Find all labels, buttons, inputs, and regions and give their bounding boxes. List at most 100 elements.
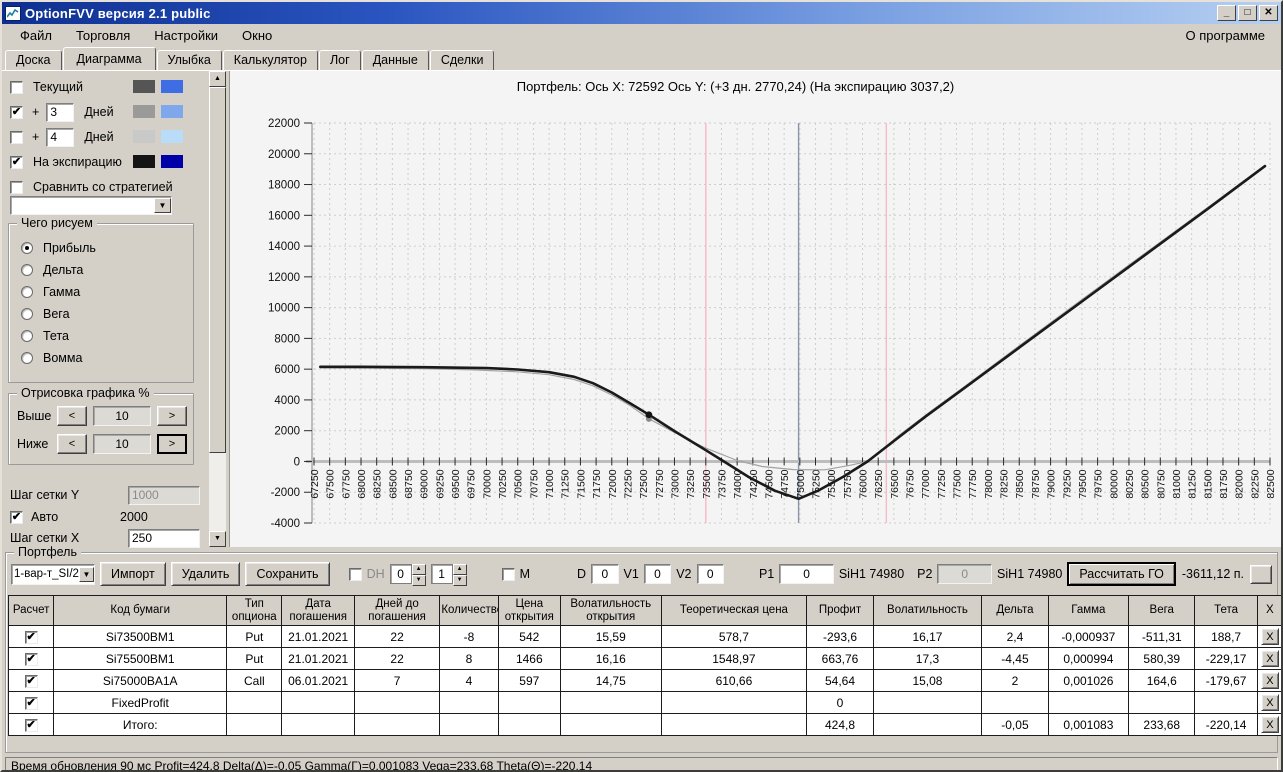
spin-up-icon[interactable]: ▲ bbox=[411, 564, 426, 575]
col-header-Расчет[interactable]: Расчет bbox=[7, 595, 55, 626]
row-delete-button[interactable]: X bbox=[1260, 628, 1279, 645]
below-percent-input[interactable]: 10 bbox=[93, 434, 151, 454]
row-delete-button[interactable]: X bbox=[1260, 694, 1279, 711]
d-input[interactable]: 0 bbox=[591, 564, 619, 584]
draw-option-Гамма[interactable]: Гамма bbox=[21, 284, 80, 300]
menu-item-Торговля[interactable]: Торговля bbox=[64, 26, 142, 45]
dh-spinner-1[interactable]: 0 ▲ ▼ bbox=[389, 564, 426, 586]
col-header-Тета[interactable]: Тета bbox=[1194, 595, 1258, 626]
v1-input[interactable]: 0 bbox=[643, 564, 672, 584]
series-checkbox-4[interactable] bbox=[10, 180, 23, 194]
delete-button[interactable]: Удалить bbox=[170, 562, 241, 586]
menu-item-Окно[interactable]: Окно bbox=[230, 26, 284, 45]
tab-Калькулятор[interactable]: Калькулятор bbox=[222, 50, 318, 70]
collapse-panel-button[interactable] bbox=[1250, 564, 1273, 584]
row-delete-button[interactable]: X bbox=[1260, 672, 1279, 689]
auto-grid-checkbox[interactable] bbox=[10, 510, 23, 524]
row-calc-checkbox[interactable] bbox=[24, 631, 38, 644]
v2-input[interactable]: 0 bbox=[696, 564, 724, 584]
tab-Лог[interactable]: Лог bbox=[318, 50, 361, 70]
spin-down-icon[interactable]: ▼ bbox=[411, 575, 426, 586]
radio-icon[interactable] bbox=[21, 286, 33, 298]
col-header-Цена открытия[interactable]: Цена открытия bbox=[497, 595, 561, 626]
close-icon[interactable]: ✕ bbox=[1259, 5, 1278, 21]
row-calc-checkbox[interactable] bbox=[24, 675, 38, 688]
increase-above-button[interactable]: > bbox=[157, 406, 187, 426]
draw-option-Прибыль[interactable]: Прибыль bbox=[21, 240, 96, 256]
m-checkbox[interactable] bbox=[501, 567, 515, 581]
col-header-Тип опциона[interactable]: Тип опциона bbox=[226, 595, 283, 626]
table-row[interactable]: Si75000BA1ACall06.01.20217459714,75610,6… bbox=[7, 669, 1281, 692]
draw-option-Дельта[interactable]: Дельта bbox=[21, 262, 83, 278]
dh-checkbox[interactable] bbox=[348, 567, 362, 581]
col-header-Волатильность открытия[interactable]: Волатильность открытия bbox=[559, 595, 662, 626]
minimize-icon[interactable]: _ bbox=[1217, 5, 1236, 21]
save-button[interactable]: Сохранить bbox=[245, 562, 330, 586]
scrollbar-thumb[interactable] bbox=[209, 87, 226, 453]
draw-option-Тета[interactable]: Тета bbox=[21, 328, 69, 344]
col-header-Профит[interactable]: Профит bbox=[806, 595, 874, 626]
draw-option-Вомма[interactable]: Вомма bbox=[21, 350, 82, 366]
p1-input[interactable]: 0 bbox=[779, 564, 834, 584]
tab-Диаграмма[interactable]: Диаграмма bbox=[62, 47, 156, 70]
menu-item-about[interactable]: О программе bbox=[1173, 26, 1281, 45]
col-header-X[interactable]: X bbox=[1256, 595, 1281, 626]
col-header-Код бумаги[interactable]: Код бумаги bbox=[53, 595, 228, 626]
import-button[interactable]: Импорт bbox=[100, 562, 166, 586]
radio-icon[interactable] bbox=[21, 308, 33, 320]
tab-Сделки[interactable]: Сделки bbox=[429, 50, 495, 70]
radio-icon[interactable] bbox=[21, 242, 33, 254]
series-checkbox-2[interactable] bbox=[10, 130, 23, 144]
col-header-Волатильность[interactable]: Волатильность bbox=[872, 595, 983, 626]
row-delete-button[interactable]: X bbox=[1260, 716, 1279, 733]
scroll-down-icon[interactable]: ▼ bbox=[209, 531, 226, 547]
col-header-Дельта[interactable]: Дельта bbox=[981, 595, 1049, 626]
series-checkbox-3[interactable] bbox=[10, 155, 23, 169]
increase-below-button[interactable]: > bbox=[157, 434, 187, 454]
spin-up-icon[interactable]: ▲ bbox=[452, 564, 467, 575]
chevron-down-icon[interactable]: ▼ bbox=[78, 566, 94, 582]
grid-step-y-input[interactable]: 1000 bbox=[128, 485, 200, 505]
chevron-down-icon[interactable]: ▼ bbox=[154, 198, 171, 213]
menu-item-Настройки[interactable]: Настройки bbox=[142, 26, 230, 45]
menu-item-Файл[interactable]: Файл bbox=[8, 26, 64, 45]
row-calc-checkbox[interactable] bbox=[24, 697, 38, 710]
spin-down-icon[interactable]: ▼ bbox=[452, 575, 467, 586]
tab-Доска[interactable]: Доска bbox=[5, 50, 62, 70]
radio-icon[interactable] bbox=[21, 330, 33, 342]
draw-option-Вега[interactable]: Вега bbox=[21, 306, 70, 322]
calculate-margin-button[interactable]: Рассчитать ГО bbox=[1067, 562, 1176, 586]
table-row[interactable]: FixedProfit 0 X bbox=[7, 691, 1281, 714]
dh-spinner-2[interactable]: 1 ▲ ▼ bbox=[430, 564, 467, 586]
col-header-Гамма[interactable]: Гамма bbox=[1047, 595, 1130, 626]
decrease-below-button[interactable]: < bbox=[57, 434, 87, 454]
scroll-up-icon[interactable]: ▲ bbox=[209, 71, 226, 87]
strategy-select[interactable]: ▼ bbox=[10, 196, 172, 215]
tab-Данные[interactable]: Данные bbox=[361, 50, 429, 70]
table-row[interactable]: Si73500BM1Put21.01.202122-854215,59578,7… bbox=[7, 625, 1281, 648]
series-checkbox-1[interactable] bbox=[10, 105, 23, 119]
variant-select[interactable]: 1-вар-т_SI/2 ▼ bbox=[11, 563, 95, 585]
maximize-icon[interactable]: □ bbox=[1238, 5, 1257, 21]
titlebar[interactable]: OptionFVV версия 2.1 public _ □ ✕ bbox=[2, 2, 1281, 24]
radio-icon[interactable] bbox=[21, 264, 33, 276]
days-input-2[interactable]: 4 bbox=[46, 127, 75, 147]
row-delete-button[interactable]: X bbox=[1260, 650, 1279, 667]
portfolio-chart[interactable]: -4000 -2000 0 2000 4000 6000 8000 10000 12000 140… bbox=[230, 71, 1280, 548]
radio-icon[interactable] bbox=[21, 352, 33, 364]
col-header-Количество[interactable]: Количество bbox=[439, 595, 499, 626]
days-input-1[interactable]: 3 bbox=[46, 102, 75, 122]
col-header-Теоретическая цена[interactable]: Теоретическая цена bbox=[660, 595, 808, 626]
above-percent-input[interactable]: 10 bbox=[93, 406, 151, 426]
table-row[interactable]: Si75500BM1Put21.01.2021228146616,161548,… bbox=[7, 647, 1281, 670]
table-row[interactable]: Итого: 424,8 -0,050,001083233,68-220,14X bbox=[7, 713, 1281, 736]
row-calc-checkbox[interactable] bbox=[24, 719, 38, 732]
row-calc-checkbox[interactable] bbox=[24, 653, 38, 666]
settings-scrollbar[interactable]: ▲ ▼ bbox=[209, 71, 226, 547]
decrease-above-button[interactable]: < bbox=[57, 406, 87, 426]
col-header-Дней до погашения[interactable]: Дней до погашения bbox=[353, 595, 441, 626]
grid-step-x-input[interactable]: 250 bbox=[128, 528, 200, 548]
series-checkbox-0[interactable] bbox=[10, 80, 23, 94]
p2-input[interactable]: 0 bbox=[937, 564, 993, 584]
tab-Улыбка[interactable]: Улыбка bbox=[156, 50, 222, 70]
